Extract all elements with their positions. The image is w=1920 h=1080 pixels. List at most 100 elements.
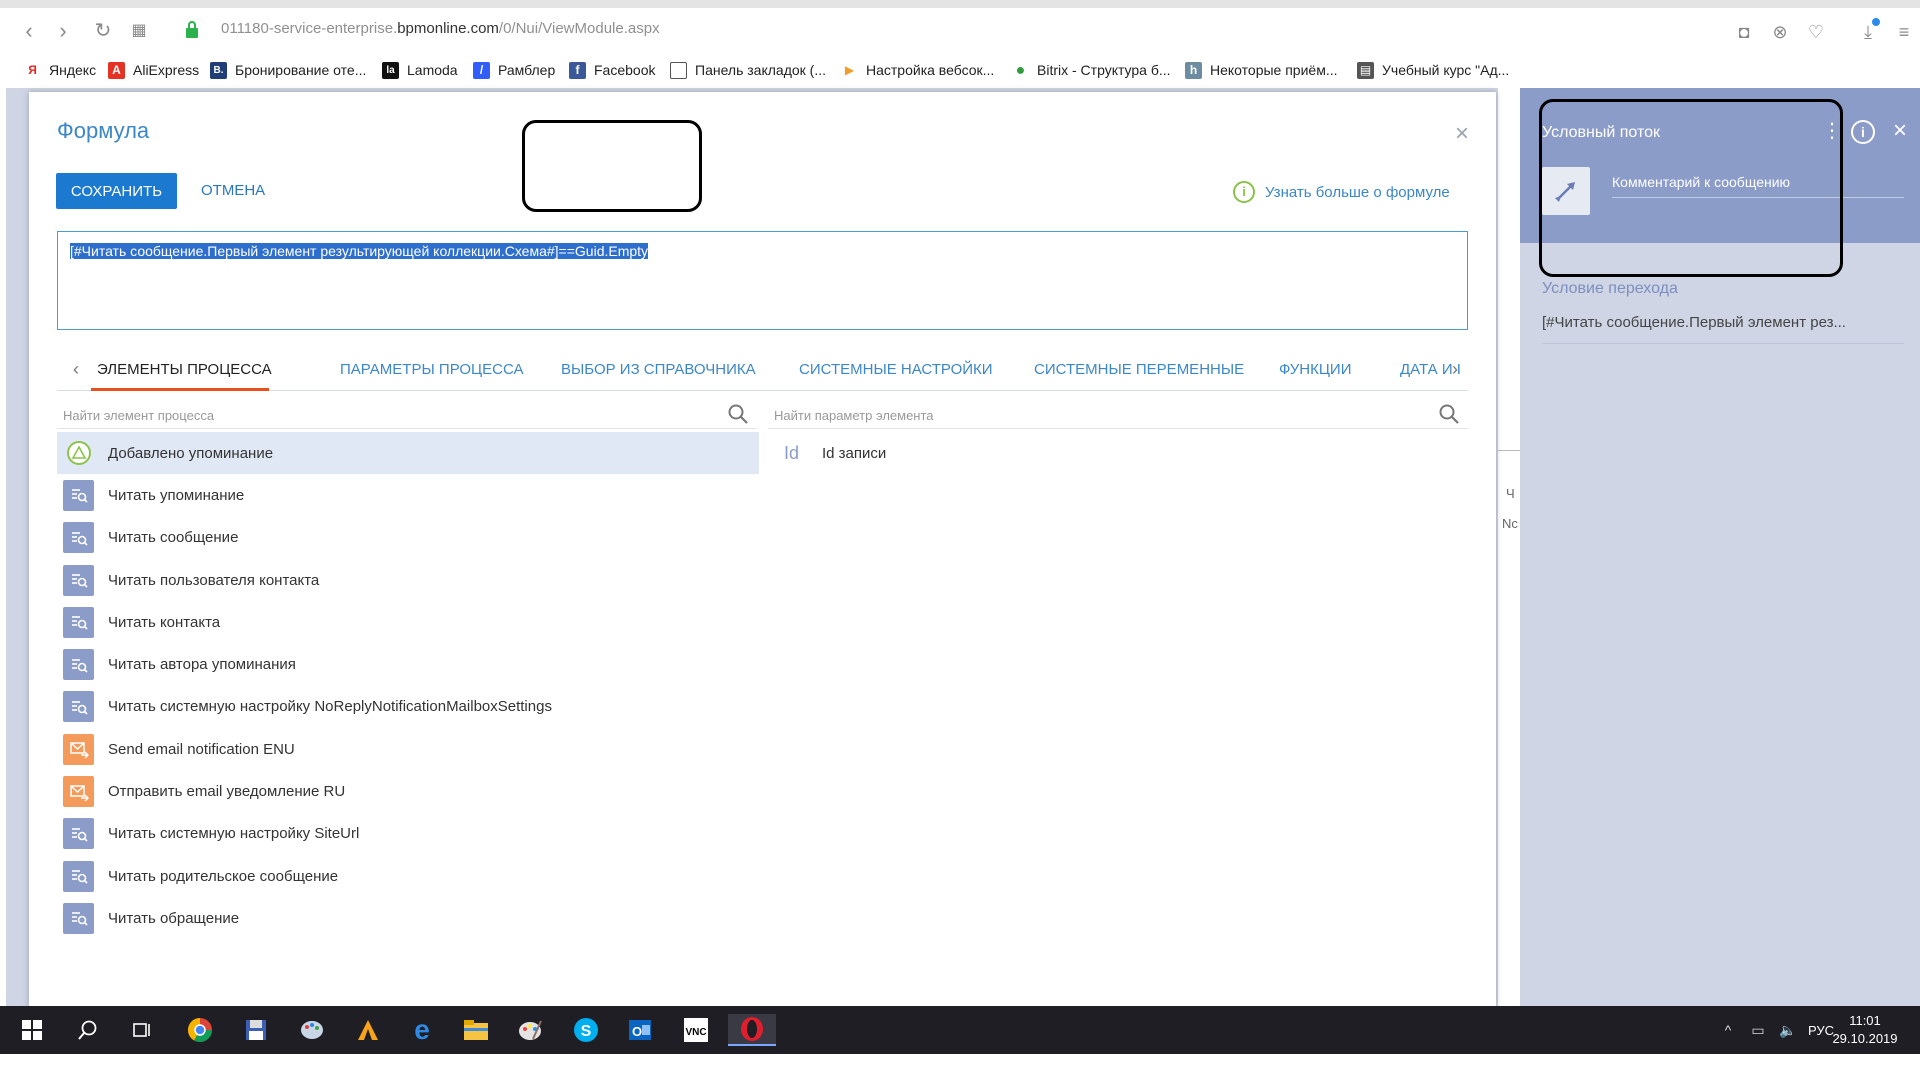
aliexpress-icon: A [108,61,125,79]
tabs-scroll-right-icon[interactable]: › [1446,359,1464,379]
bookmark-yandex[interactable]: Я Яндекс [24,59,96,81]
strip-text-1: Ч [1506,486,1515,501]
search-icon[interactable] [727,403,749,425]
list-item[interactable]: Читать автора упоминания [57,643,759,685]
bookmark-habr[interactable]: h Некоторые приём... [1185,59,1338,81]
element-parameters-list: Id Id записи [768,432,1468,474]
read-data-icon [63,818,94,850]
dialog-close-icon[interactable]: × [1450,122,1474,146]
bookmark-facebook[interactable]: f Facebook [569,59,655,81]
parameter-search [768,399,1468,429]
list-item-label: Читать контакта [108,613,221,631]
file-explorer-icon[interactable] [460,1014,492,1046]
list-item[interactable]: Читать системную настройку SiteUrl [57,813,759,855]
list-item-label: Читать обращение [108,909,240,927]
bookmark-course[interactable]: ▤ Учебный курс "Ад... [1357,59,1509,81]
formula-editor[interactable]: [#Читать сообщение.Первый элемент резуль… [57,231,1468,330]
booking-icon: B. [210,61,227,79]
back-icon[interactable]: ‹ [16,18,42,44]
list-item[interactable]: Читать родительское сообщение [57,855,759,897]
list-item-label: Добавлено упоминание [108,444,274,462]
chevron-up-icon[interactable]: ^ [1718,1020,1738,1040]
network-icon[interactable]: ▭ [1748,1020,1768,1040]
bookmark-aliexpress[interactable]: A AliExpress [108,59,199,81]
volume-icon[interactable]: 🔈 [1778,1020,1798,1040]
opera-icon[interactable] [728,1014,776,1046]
clock[interactable]: 11:01 29.10.2019 [1820,1012,1910,1048]
list-item-label: Читать упоминание [108,486,245,504]
download-badge [1872,18,1880,26]
tab-process-elements[interactable]: ЭЛЕМЕНТЫ ПРОЦЕССА [97,361,272,378]
list-item[interactable]: Send email notification ENU [57,728,759,770]
menu-icon[interactable]: ≡ [1892,20,1916,44]
chrome-icon[interactable] [184,1014,216,1046]
camera-icon[interactable]: ◘ [1732,20,1756,44]
list-item-label: Send email notification ENU [108,740,295,758]
tabs-scroll-left-icon[interactable]: ‹ [67,359,85,379]
condition-field[interactable]: [#Читать сообщение.Первый элемент рез... [1542,314,1904,344]
list-item[interactable]: Читать системную настройку NoReplyNotifi… [57,686,759,728]
bookmark-booking[interactable]: B. Бронирование оте... [210,59,366,81]
info-icon[interactable]: i [1851,120,1875,144]
save-disk-icon[interactable] [240,1014,272,1046]
element-search [57,399,757,429]
list-item-label: Читать системную настройку NoReplyNotifi… [108,698,552,716]
list-item[interactable]: Читать контакта [57,601,759,643]
url-field[interactable]: 011180-service-enterprise.bpmonline.com/… [221,20,660,37]
heart-icon[interactable]: ♡ [1804,20,1828,44]
block-icon[interactable]: ⊗ [1768,20,1792,44]
bitrix-icon: ● [1015,61,1026,79]
list-item[interactable]: Читать упоминание [57,474,759,516]
task-view-icon[interactable] [126,1014,158,1046]
bookmark-bitrix[interactable]: ● Bitrix - Структура б... [1012,59,1171,81]
bookmark-websocket[interactable]: ▶ Настройка вебсок... [841,59,994,81]
windows-start-icon[interactable] [16,1014,48,1046]
list-item[interactable]: Добавлено упоминание [57,432,759,475]
search-icon[interactable] [72,1014,104,1046]
element-search-input[interactable] [63,403,703,427]
id-field-icon: Id [784,442,800,463]
tab-functions[interactable]: ФУНКЦИИ [1279,361,1352,378]
tab-system-settings[interactable]: СИСТЕМНЫЕ НАСТРОЙКИ [799,361,993,378]
read-data-icon [63,606,94,638]
forward-icon[interactable]: › [50,18,76,44]
read-data-icon [63,564,94,596]
close-icon[interactable]: × [1888,118,1912,144]
tab-system-variables[interactable]: СИСТЕМНЫЕ ПЕРЕМЕННЫЕ [1034,361,1244,378]
param-label: Id записи [822,444,887,462]
yandex-icon: Я [28,62,37,77]
save-button[interactable]: СОХРАНИТЬ [56,173,177,209]
app-fox-icon[interactable] [352,1014,384,1046]
skype-icon[interactable]: S [570,1014,602,1046]
strip-text-2: Nc [1502,516,1518,531]
formula-dialog: Формула × СОХРАНИТЬ ОТМЕНА i Узнать боль… [29,92,1496,1006]
vnc-icon[interactable]: VNC [680,1014,712,1046]
list-item[interactable]: Читать пользователя контакта [57,559,759,601]
learn-more-link[interactable]: i Узнать больше о формуле [1233,180,1450,204]
svg-text:O: O [632,1024,642,1039]
outlook-icon[interactable]: O [624,1014,656,1046]
search-icon[interactable] [1438,403,1460,425]
svg-text:VNC: VNC [685,1027,706,1038]
list-item-label: Читать сообщение [108,529,239,547]
list-item[interactable]: Читать сообщение [57,517,759,559]
tab-lookup[interactable]: ВЫБОР ИЗ СПРАВОЧНИКА [561,361,756,378]
bookmark-lamoda[interactable]: la Lamoda [382,59,458,81]
bookmark-rambler[interactable]: / Рамблер [473,59,555,81]
annotation-box-formula [522,120,702,212]
list-item[interactable]: Id Id записи [768,432,1468,474]
paint-palette-icon[interactable] [514,1014,546,1046]
parameter-search-input[interactable] [774,403,1414,427]
formula-text-selected[interactable]: [#Читать сообщение.Первый элемент резуль… [70,243,649,259]
list-item[interactable]: Отправить email уведомление RU [57,770,759,812]
reload-icon[interactable]: ↻ [90,18,116,44]
habr-icon: h [1185,61,1202,79]
list-item[interactable]: Читать обращение [57,897,759,939]
speed-dial-icon[interactable]: ▦ [126,18,152,44]
bookmark-folder[interactable]: Панель закладок (... [670,59,826,81]
edge-icon[interactable]: e [406,1014,438,1046]
paint-icon[interactable] [296,1014,328,1046]
cancel-button[interactable]: ОТМЕНА [201,173,265,209]
tab-process-parameters[interactable]: ПАРАМЕТРЫ ПРОЦЕССА [340,361,523,378]
active-tab-underline [91,388,269,391]
